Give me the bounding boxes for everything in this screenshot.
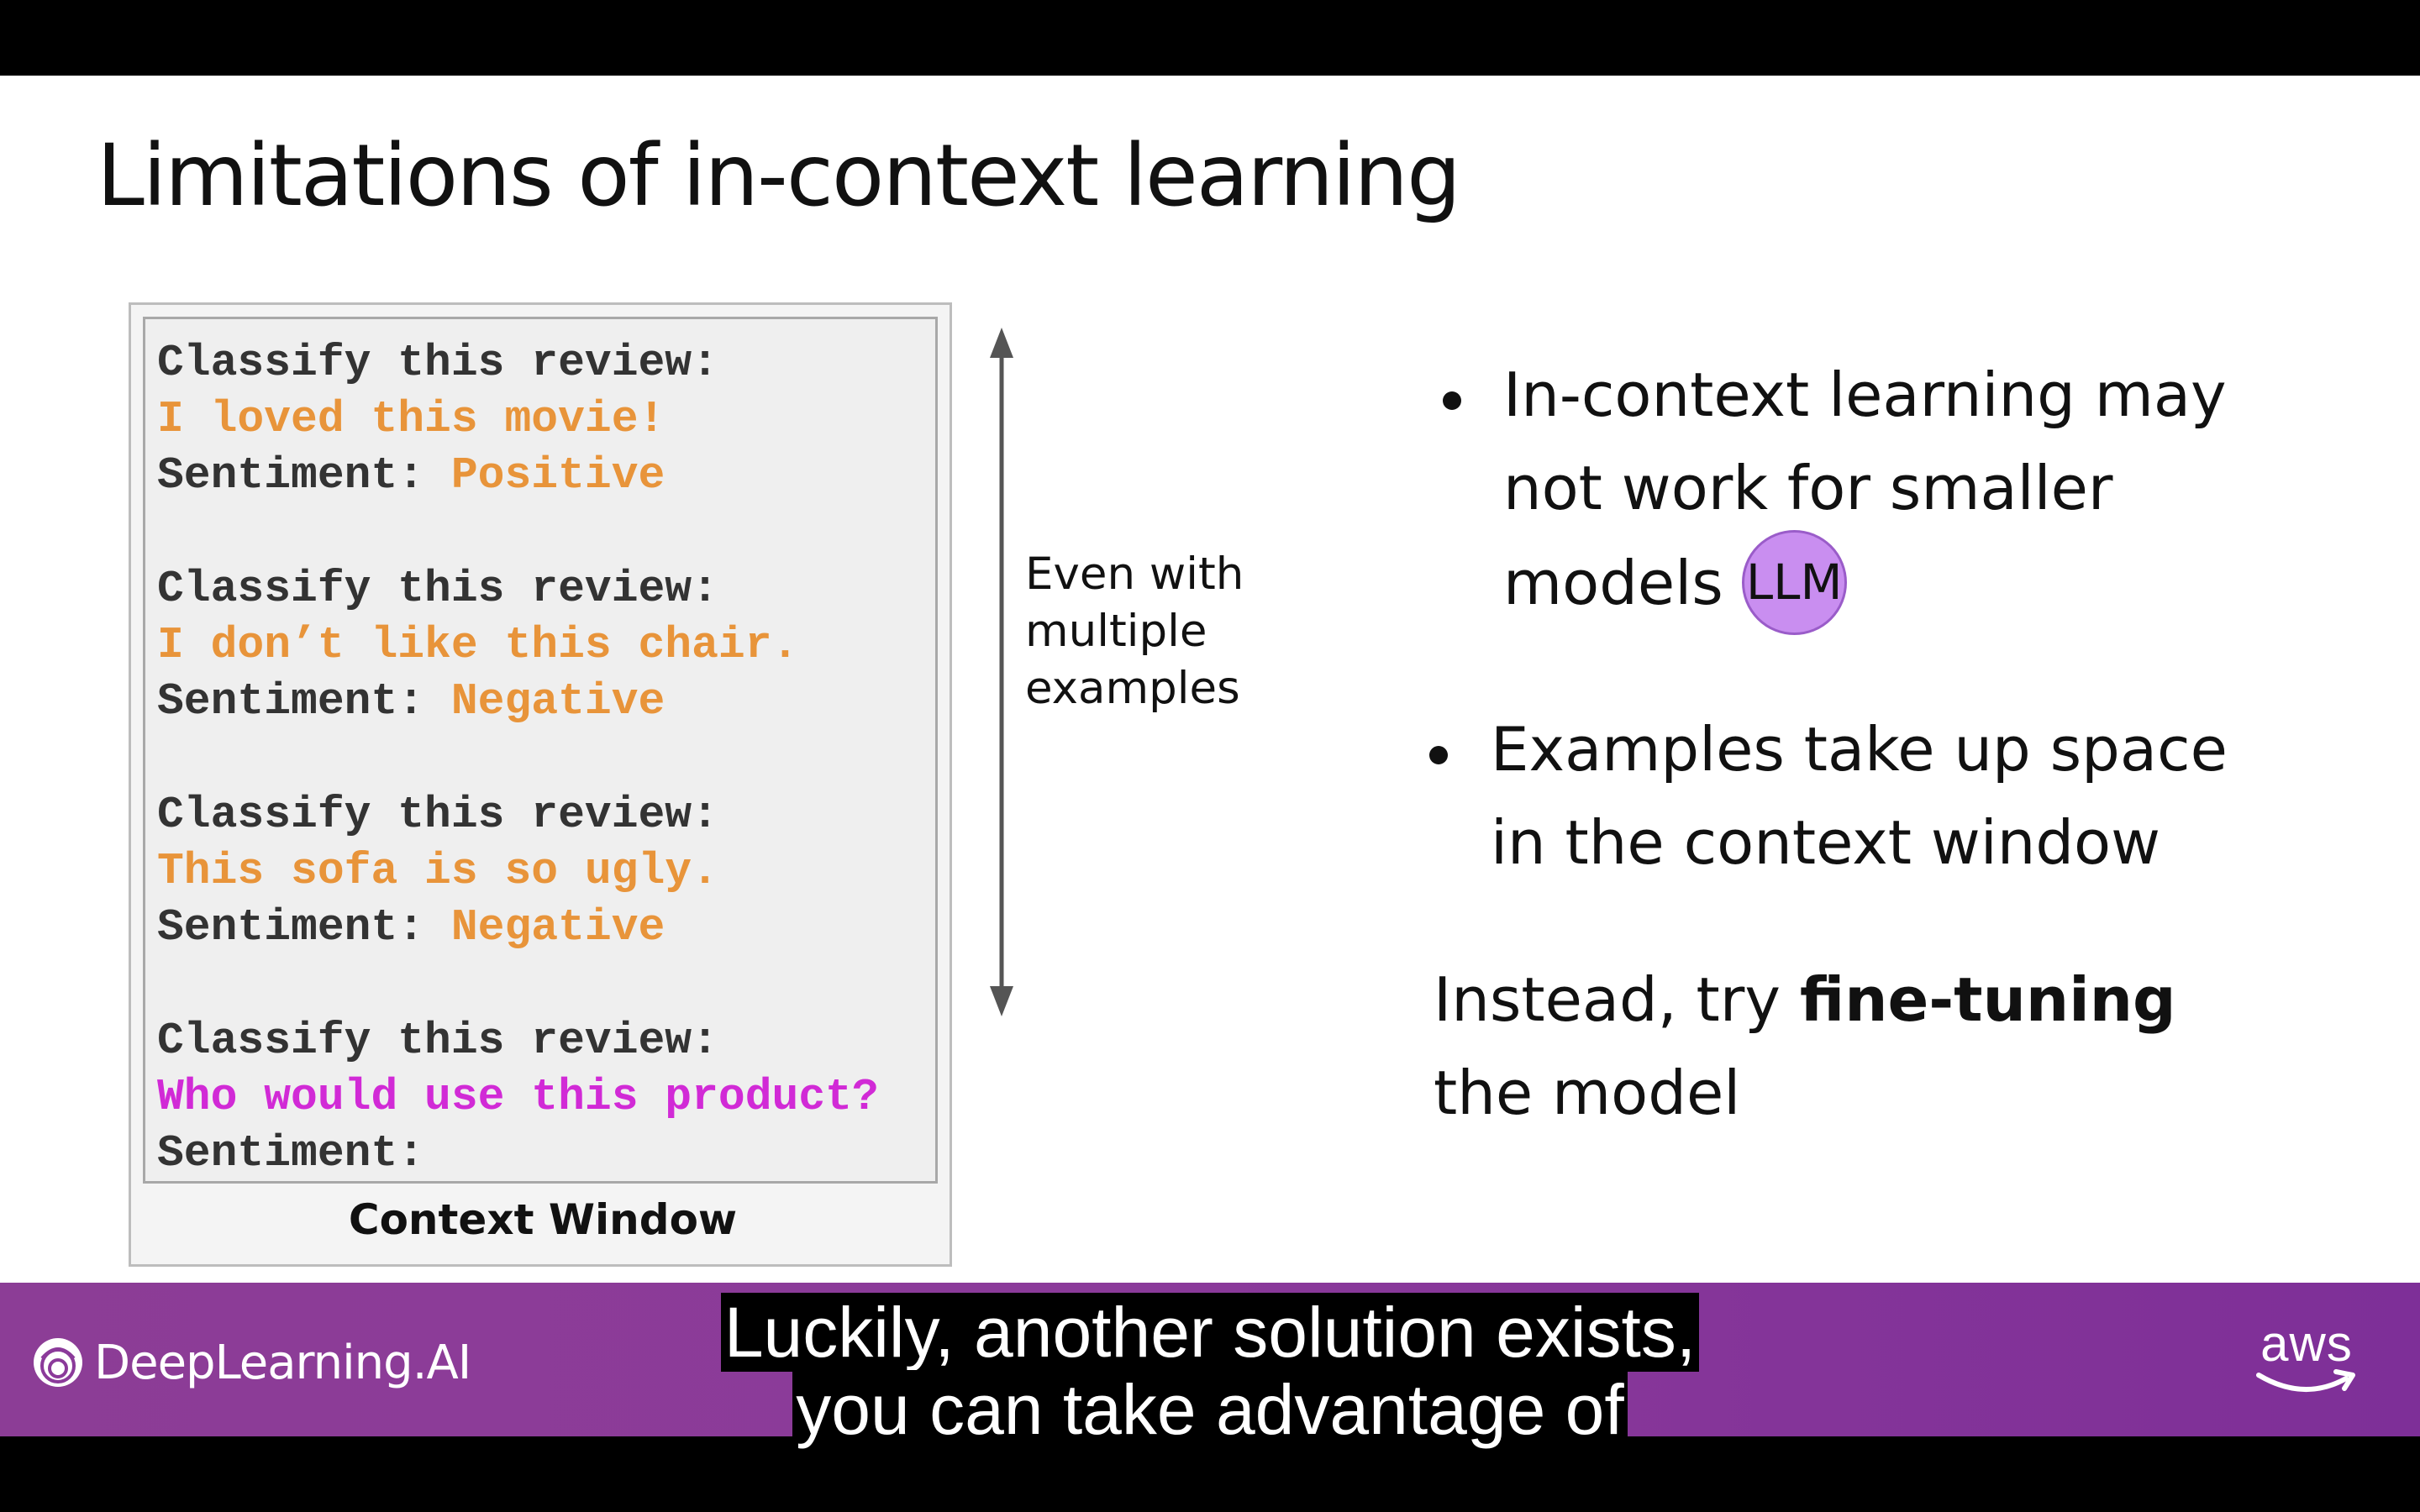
- bullet-line: Examples take up space: [1491, 714, 2228, 785]
- sentiment-value: Positive: [450, 450, 666, 501]
- slide: Limitations of in-context learning Class…: [0, 76, 2420, 1283]
- conclusion-line: the model: [1434, 1058, 1741, 1128]
- annotation-line: multiple: [1025, 606, 1207, 657]
- conclusion-prefix: Instead, try: [1434, 964, 1800, 1035]
- example-instruction: Classify this review:: [157, 338, 718, 388]
- caption-line: Luckily, another solution exists,: [0, 1293, 2420, 1372]
- sentiment-label: Sentiment:: [157, 902, 425, 953]
- query-sentiment: Sentiment:: [157, 1128, 424, 1179]
- bullet-line: in the context window: [1491, 807, 2160, 878]
- double-arrow-icon: [990, 328, 1013, 1016]
- llm-badge: LLM: [1741, 530, 1847, 635]
- annotation-line: examples: [1025, 663, 1240, 714]
- bullet-line: In-context learning may: [1503, 360, 2227, 430]
- sentiment-label: Sentiment:: [157, 1128, 425, 1179]
- query-review: Who would use this product?: [157, 1072, 879, 1122]
- conclusion-emphasis: fine-tuning: [1799, 964, 2176, 1035]
- caption-text: Luckily, another solution exists,: [720, 1293, 1700, 1372]
- annotation-line: Even with: [1025, 549, 1244, 600]
- example-review: I loved this movie!: [157, 394, 666, 444]
- context-window-label: Context Window: [348, 1195, 738, 1244]
- conclusion-line: Instead, try fine-tuning: [1434, 953, 2176, 1047]
- letterbox-top: [0, 0, 2420, 76]
- example-sentiment: Sentiment: Negative: [157, 902, 665, 953]
- example-review: This sofa is so ugly.: [157, 846, 718, 896]
- sentiment-value: Negative: [450, 902, 666, 953]
- query-instruction: Classify this review:: [157, 1016, 718, 1066]
- example-sentiment: Sentiment: Positive: [157, 450, 665, 501]
- sentiment-label: Sentiment:: [157, 450, 425, 501]
- bullet-line-text: models: [1503, 548, 1723, 619]
- bullet-dot: [1429, 746, 1448, 764]
- example-review: I don’t like this chair.: [157, 620, 799, 670]
- bullet-item: In-context learning may not work for sma…: [1503, 349, 2227, 640]
- prompt-box: Classify this review: I loved this movie…: [143, 317, 938, 1184]
- sentiment-label: Sentiment:: [157, 676, 425, 727]
- arrow-annotation: Even with multiple examples: [1025, 546, 1244, 717]
- slide-title: Limitations of in-context learning: [97, 126, 1461, 226]
- bullet-item: Examples take up space in the context wi…: [1491, 703, 2228, 890]
- bullet-line: not work for smaller: [1503, 453, 2113, 523]
- caption-line: you can take advantage of: [0, 1370, 2420, 1449]
- context-window-panel: Classify this review: I loved this movie…: [129, 302, 952, 1267]
- caption-text: you can take advantage of: [792, 1370, 1628, 1449]
- example-sentiment: Sentiment: Negative: [157, 676, 665, 727]
- bullet-dot: [1443, 391, 1461, 410]
- conclusion-text: Instead, try fine-tuning the model: [1434, 953, 2176, 1140]
- example-instruction: Classify this review:: [157, 790, 718, 840]
- sentiment-value: Negative: [450, 676, 666, 727]
- bullet-line: models LLM: [1503, 530, 2227, 640]
- example-instruction: Classify this review:: [157, 564, 718, 614]
